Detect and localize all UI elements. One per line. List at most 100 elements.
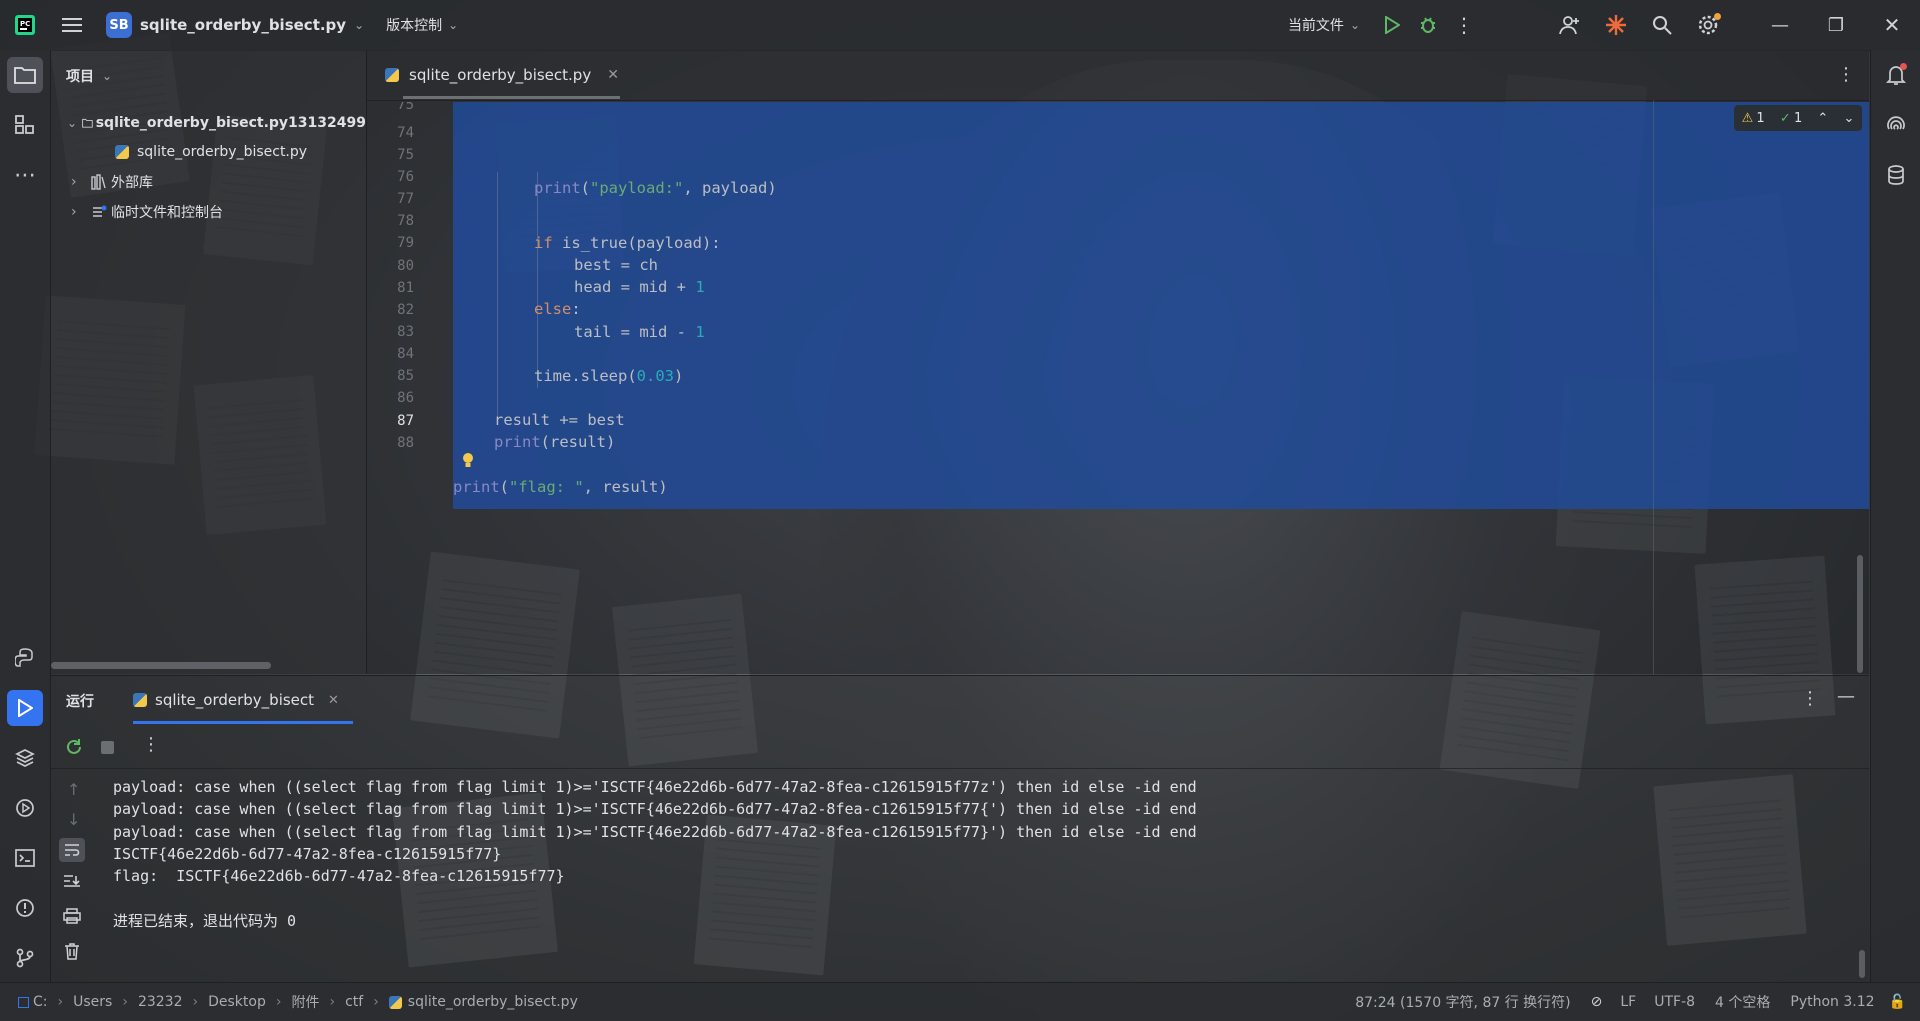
readonly-toggle-icon[interactable]: ⊘ [1591,994,1603,1010]
scroll-down-icon[interactable]: ↓ [67,810,80,829]
add-user-icon[interactable] [1552,7,1588,43]
code-line-85[interactable]: print(result) [494,431,615,453]
breadcrumb-item[interactable]: 附件 [291,992,319,1012]
run-tab[interactable]: sqlite_orderby_bisect ✕ [133,676,353,724]
status-bar: C: › Users › 23232 › Desktop › 附件 › ctf … [0,982,1920,1021]
code-line-78[interactable]: head = mid + 1 [574,276,705,298]
inspection-widget[interactable]: ⚠ 1 ✓ 1 ⌃ ⌄ [1734,105,1862,131]
warning-icon: ⚠ [1741,110,1754,126]
minimize-window-icon[interactable]: — [1752,7,1808,43]
tree-item-label: sqlite_orderby_bisect.py13132499 [95,115,366,131]
console-vscrollbar[interactable] [1859,950,1865,978]
code-line-77[interactable]: best = ch [574,254,658,276]
editor-vscrollbar[interactable] [1857,555,1863,673]
chevron-right-icon: › [71,204,77,220]
breadcrumb-item[interactable]: Users [73,994,112,1010]
breadcrumb-item[interactable]: C: [33,994,48,1010]
code-line-80[interactable]: tail = mid - 1 [574,321,705,343]
line-number-current: 87 [397,413,414,429]
chevron-up-icon[interactable]: ⌃ [1817,111,1828,126]
python-interpreter[interactable]: Python 3.12 [1790,994,1874,1010]
tree-item-file[interactable]: sqlite_orderby_bisect.py [115,138,307,166]
breadcrumb-item[interactable]: Desktop [208,994,266,1010]
tree-item-root[interactable]: ⌄ sqlite_orderby_bisect.py13132499 [51,109,366,137]
run-config-selector[interactable]: 当前文件 ⌄ [1288,0,1360,50]
close-tab-icon[interactable]: ✕ [328,693,339,708]
code-line-87[interactable]: print("flag: ", result) [453,476,668,498]
database-icon[interactable] [1878,157,1914,193]
code-token: "payload:" [590,179,684,197]
tree-item-external-libs[interactable]: › 外部库 [51,168,153,196]
caret-position[interactable]: 87:24 (1570 字符, 87 行 换行符) [1355,992,1570,1012]
layers-tool-icon[interactable] [7,740,43,776]
run-icon[interactable] [1374,7,1410,43]
project-switcher[interactable]: SB sqlite_orderby_bisect.py ⌄ [106,0,364,50]
editor-tab[interactable]: sqlite_orderby_bisect.py ✕ [367,50,627,100]
print-icon[interactable] [63,908,81,928]
scroll-up-icon[interactable]: ↑ [67,780,80,799]
project-tool-icon[interactable] [7,57,43,93]
clear-console-icon[interactable] [64,942,80,964]
breadcrumb-separator: › [57,994,64,1010]
chevron-down-icon: ⌄ [67,116,78,130]
folder-icon [82,118,93,128]
app-logo[interactable]: PC [0,0,50,50]
vcs-menu[interactable]: 版本控制 ⌄ [386,0,458,50]
rerun-icon[interactable] [65,738,83,760]
run-more-icon[interactable]: ⋮ [1801,688,1819,709]
git-tool-icon[interactable] [7,940,43,976]
tree-item-label: 临时文件和控制台 [111,205,223,221]
stop-icon[interactable] [101,741,114,754]
python-console-icon[interactable] [7,640,43,676]
tree-item-label: sqlite_orderby_bisect.py [137,144,308,160]
close-window-icon[interactable]: ✕ [1864,7,1920,43]
left-tool-strip: ⋯ [0,50,51,982]
project-panel-header[interactable]: 项目 ⌄ [51,50,366,102]
terminal-tool-icon[interactable] [7,840,43,876]
breadcrumb-item[interactable]: 23232 [138,994,183,1010]
minimize-panel-icon[interactable]: — [1837,686,1855,707]
services-tool-icon[interactable] [7,790,43,826]
tree-item-scratches[interactable]: › 临时文件和控制台 [51,198,223,226]
chevron-down-icon[interactable]: ⌄ [1843,111,1854,126]
chevron-down-icon: ⌄ [102,69,113,83]
lock-icon[interactable]: 🔓 [1889,994,1906,1010]
code-token: "flag: " [509,478,584,496]
run-toolbar-more-icon[interactable]: ⋮ [142,734,160,755]
file-encoding[interactable]: UTF-8 [1654,994,1695,1010]
intention-bulb-icon[interactable] [462,452,474,470]
chevron-down-icon: ⌄ [1349,18,1360,32]
soft-wrap-icon[interactable] [59,838,85,862]
problems-tool-icon[interactable] [7,890,43,926]
settings-icon[interactable] [1690,7,1726,43]
close-tab-icon[interactable]: ✕ [607,67,619,83]
scroll-to-end-icon[interactable] [63,874,81,894]
code-line-84[interactable]: result += best [494,409,625,431]
project-hscrollbar[interactable] [51,662,271,669]
code-line-76[interactable]: if is_true(payload): [534,232,721,254]
structure-tool-icon[interactable] [7,107,43,143]
main-menu-icon[interactable] [54,7,90,43]
chevron-down-icon: ⌄ [448,18,459,32]
more-tools-icon[interactable]: ⋯ [7,157,43,193]
ai-chat-icon[interactable] [1878,107,1914,143]
debug-icon[interactable] [1410,7,1446,43]
line-number: 76 [397,169,414,185]
more-actions-icon[interactable]: ⋮ [1446,7,1482,43]
line-number: 86 [397,390,414,406]
restore-window-icon[interactable]: ❐ [1808,7,1864,43]
indent-setting[interactable]: 4 个空格 [1715,992,1770,1012]
code-line-74[interactable]: print("payload:", payload) [534,177,777,199]
run-tool-icon[interactable] [7,690,43,726]
search-icon[interactable] [1644,7,1680,43]
ai-assistant-icon[interactable] [1598,7,1634,43]
breadcrumb-item[interactable]: sqlite_orderby_bisect.py [408,994,578,1010]
drive-icon [18,996,29,1008]
line-separator[interactable]: LF [1620,994,1636,1010]
editor-more-icon[interactable]: ⋮ [1837,64,1855,85]
selection-highlight [453,102,1869,509]
code-line-82[interactable]: time.sleep(0.03) [534,365,683,387]
code-line-79[interactable]: else: [534,298,581,320]
notifications-icon[interactable] [1878,57,1914,93]
breadcrumb-item[interactable]: ctf [345,994,363,1010]
